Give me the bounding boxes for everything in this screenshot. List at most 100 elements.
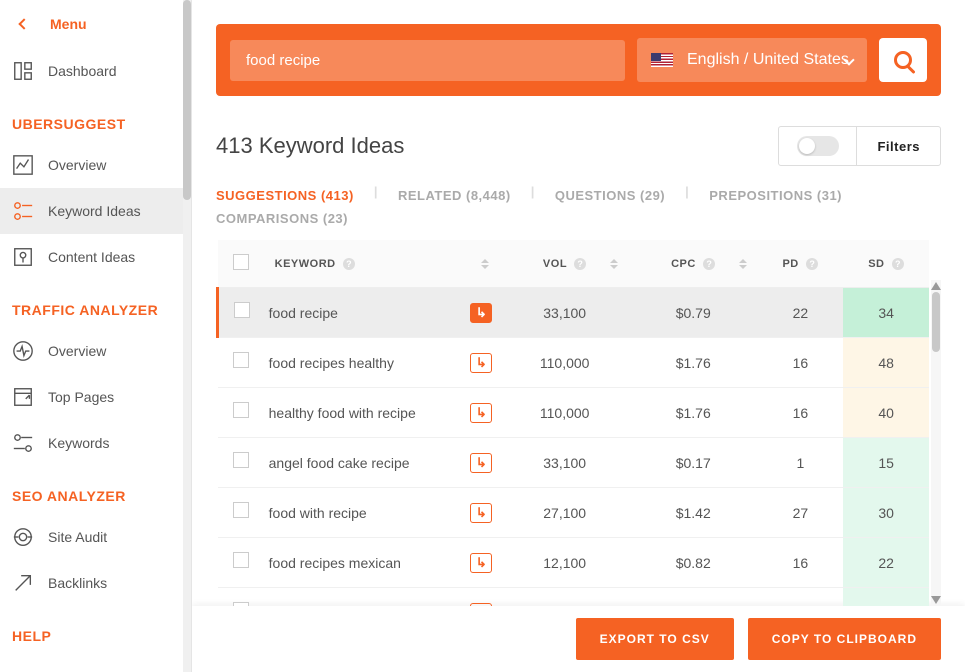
sidebar: Menu Dashboard UBERSUGGEST Overview Keyw… xyxy=(0,0,192,672)
search-button[interactable] xyxy=(879,38,927,82)
help-icon[interactable]: ? xyxy=(343,258,355,270)
sort-icon[interactable] xyxy=(738,259,748,269)
checkbox[interactable] xyxy=(233,602,249,606)
keyword-text: food recipe for baby xyxy=(269,605,393,607)
filter-toggle[interactable] xyxy=(797,136,839,156)
pd-cell: 27 xyxy=(758,488,844,538)
vol-cell: 12,100 xyxy=(500,538,629,588)
sd-cell: 14 xyxy=(843,588,929,607)
toggle-wrap xyxy=(779,127,857,165)
menu-back[interactable]: Menu xyxy=(0,0,191,48)
expand-icon[interactable]: ↳ xyxy=(470,553,492,573)
copy-clipboard-button[interactable]: COPY TO CLIPBOARD xyxy=(748,618,941,660)
expand-icon[interactable]: ↳ xyxy=(470,453,492,473)
vol-cell: 33,100 xyxy=(500,438,629,488)
table-row[interactable]: angel food cake recipe↳33,100$0.17115 xyxy=(218,438,930,488)
checkbox[interactable] xyxy=(233,452,249,468)
sidebar-item-label: Keywords xyxy=(48,435,109,451)
scroll-down-arrow-icon[interactable] xyxy=(931,596,941,604)
sidebar-item-content-ideas[interactable]: Content Ideas xyxy=(0,234,191,280)
keyword-ideas-icon xyxy=(12,200,34,222)
expand-icon[interactable]: ↳ xyxy=(470,303,492,323)
table-row[interactable]: food recipe↳33,100$0.792234 xyxy=(218,288,930,338)
help-icon[interactable]: ? xyxy=(574,258,586,270)
sort-icon[interactable] xyxy=(609,259,619,269)
cpc-cell: $3.10 xyxy=(629,588,758,607)
checkbox-all[interactable] xyxy=(233,254,249,270)
cpc-cell: $1.76 xyxy=(629,388,758,438)
table-scrollbar-thumb[interactable] xyxy=(932,292,940,352)
keyword-text: food recipes healthy xyxy=(269,355,394,371)
scrollbar-track xyxy=(183,0,191,672)
keyword-table: KEYWORD ? VOL ? CPC ? xyxy=(216,240,929,606)
sidebar-item-label: Backlinks xyxy=(48,575,107,591)
cpc-cell: $0.79 xyxy=(629,288,758,338)
table-row[interactable]: food with recipe↳27,100$1.422730 xyxy=(218,488,930,538)
sidebar-item-traffic-overview[interactable]: Overview xyxy=(0,328,191,374)
chevron-left-icon xyxy=(18,18,29,29)
expand-icon[interactable]: ↳ xyxy=(470,503,492,523)
filter-box: Filters xyxy=(778,126,941,166)
sidebar-item-label: Overview xyxy=(48,157,106,173)
sd-cell: 15 xyxy=(843,438,929,488)
table-row[interactable]: food recipes healthy↳110,000$1.761648 xyxy=(218,338,930,388)
tab-comparisons[interactable]: COMPARISONS (23) xyxy=(216,207,348,230)
tab-related[interactable]: RELATED (8,448) xyxy=(398,184,511,207)
sidebar-item-label: Dashboard xyxy=(48,63,117,79)
col-cpc: CPC xyxy=(671,258,696,270)
scroll-up-arrow-icon[interactable] xyxy=(931,282,941,290)
section-traffic-analyzer: TRAFFIC ANALYZER xyxy=(0,280,191,328)
cpc-cell: $0.17 xyxy=(629,438,758,488)
sd-cell: 34 xyxy=(843,288,929,338)
sidebar-item-site-audit[interactable]: Site Audit xyxy=(0,514,191,560)
search-input[interactable] xyxy=(230,40,625,81)
filters-button[interactable]: Filters xyxy=(857,127,940,165)
cpc-cell: $1.76 xyxy=(629,338,758,388)
language-label: English / United States xyxy=(687,51,849,69)
help-icon[interactable]: ? xyxy=(806,258,818,270)
scrollbar-thumb[interactable] xyxy=(183,0,191,200)
checkbox[interactable] xyxy=(233,402,249,418)
table-row[interactable]: healthy food with recipe↳110,000$1.76164… xyxy=(218,388,930,438)
expand-icon[interactable]: ↳ xyxy=(470,403,492,423)
search-bar: English / United States xyxy=(216,24,941,96)
dashboard-icon xyxy=(12,60,34,82)
col-sd: SD xyxy=(868,258,884,270)
export-csv-button[interactable]: EXPORT TO CSV xyxy=(576,618,734,660)
checkbox[interactable] xyxy=(233,502,249,518)
sidebar-item-backlinks[interactable]: Backlinks xyxy=(0,560,191,606)
expand-icon[interactable]: ↳ xyxy=(470,603,492,607)
table-row[interactable]: food recipe for baby↳12,100$3.101914 xyxy=(218,588,930,607)
pd-cell: 16 xyxy=(758,538,844,588)
search-input-wrap xyxy=(230,40,625,81)
tabs: SUGGESTIONS (413) | RELATED (8,448) | QU… xyxy=(216,184,941,230)
language-select[interactable]: English / United States xyxy=(637,38,867,82)
sidebar-item-overview[interactable]: Overview xyxy=(0,142,191,188)
tab-suggestions[interactable]: SUGGESTIONS (413) xyxy=(216,184,354,207)
checkbox[interactable] xyxy=(233,552,249,568)
top-pages-icon xyxy=(12,386,34,408)
help-icon[interactable]: ? xyxy=(703,258,715,270)
table-wrap: KEYWORD ? VOL ? CPC ? xyxy=(216,240,941,606)
section-ubersuggest: UBERSUGGEST xyxy=(0,94,191,142)
tab-prepositions[interactable]: PREPOSITIONS (31) xyxy=(709,184,842,207)
checkbox[interactable] xyxy=(233,352,249,368)
col-keyword: KEYWORD xyxy=(275,258,336,270)
help-icon[interactable]: ? xyxy=(892,258,904,270)
sort-icon[interactable] xyxy=(480,259,490,269)
checkbox[interactable] xyxy=(234,302,250,318)
sidebar-item-label: Overview xyxy=(48,343,106,359)
tab-questions[interactable]: QUESTIONS (29) xyxy=(555,184,665,207)
table-row[interactable]: food recipes mexican↳12,100$0.821622 xyxy=(218,538,930,588)
pd-cell: 16 xyxy=(758,388,844,438)
table-scrollbar-track xyxy=(931,280,941,606)
sd-cell: 48 xyxy=(843,338,929,388)
sidebar-item-top-pages[interactable]: Top Pages xyxy=(0,374,191,420)
sidebar-item-dashboard[interactable]: Dashboard xyxy=(0,48,191,94)
footer: EXPORT TO CSV COPY TO CLIPBOARD xyxy=(192,606,965,672)
sidebar-item-label: Content Ideas xyxy=(48,249,135,265)
keyword-text: food with recipe xyxy=(269,505,367,521)
sidebar-item-keyword-ideas[interactable]: Keyword Ideas xyxy=(0,188,191,234)
expand-icon[interactable]: ↳ xyxy=(470,353,492,373)
sidebar-item-keywords[interactable]: Keywords xyxy=(0,420,191,466)
